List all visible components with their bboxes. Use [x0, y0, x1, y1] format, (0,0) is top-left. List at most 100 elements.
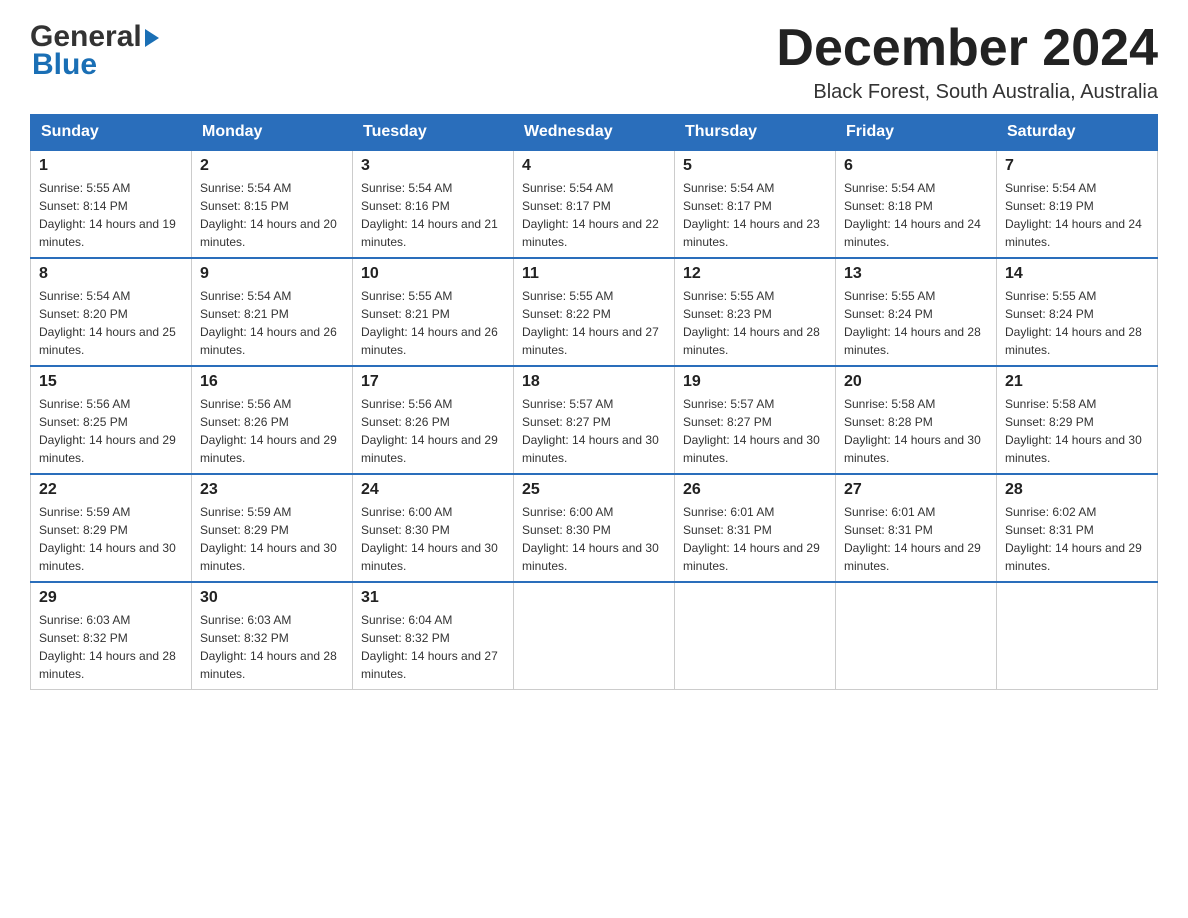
table-row: 5 Sunrise: 5:54 AMSunset: 8:17 PMDayligh…: [675, 150, 836, 258]
day-number: 22: [39, 481, 183, 499]
day-number: 11: [522, 265, 666, 283]
day-info: Sunrise: 6:01 AMSunset: 8:31 PMDaylight:…: [683, 503, 827, 575]
table-row: 28 Sunrise: 6:02 AMSunset: 8:31 PMDaylig…: [997, 474, 1158, 582]
day-number: 24: [361, 481, 505, 499]
table-row: [836, 582, 997, 690]
calendar-week-row: 22 Sunrise: 5:59 AMSunset: 8:29 PMDaylig…: [31, 474, 1158, 582]
day-number: 18: [522, 373, 666, 391]
calendar-week-row: 29 Sunrise: 6:03 AMSunset: 8:32 PMDaylig…: [31, 582, 1158, 690]
day-info: Sunrise: 5:56 AMSunset: 8:26 PMDaylight:…: [200, 395, 344, 467]
table-row: [514, 582, 675, 690]
day-info: Sunrise: 6:01 AMSunset: 8:31 PMDaylight:…: [844, 503, 988, 575]
day-number: 29: [39, 589, 183, 607]
day-number: 16: [200, 373, 344, 391]
table-row: 16 Sunrise: 5:56 AMSunset: 8:26 PMDaylig…: [192, 366, 353, 474]
day-info: Sunrise: 5:55 AMSunset: 8:24 PMDaylight:…: [844, 287, 988, 359]
table-row: 3 Sunrise: 5:54 AMSunset: 8:16 PMDayligh…: [353, 150, 514, 258]
day-info: Sunrise: 5:59 AMSunset: 8:29 PMDaylight:…: [39, 503, 183, 575]
table-row: 31 Sunrise: 6:04 AMSunset: 8:32 PMDaylig…: [353, 582, 514, 690]
title-block: December 2024 Black Forest, South Austra…: [776, 20, 1158, 104]
table-row: 15 Sunrise: 5:56 AMSunset: 8:25 PMDaylig…: [31, 366, 192, 474]
day-number: 6: [844, 157, 988, 175]
day-number: 17: [361, 373, 505, 391]
day-info: Sunrise: 5:55 AMSunset: 8:21 PMDaylight:…: [361, 287, 505, 359]
day-number: 4: [522, 157, 666, 175]
day-info: Sunrise: 5:55 AMSunset: 8:23 PMDaylight:…: [683, 287, 827, 359]
table-row: 12 Sunrise: 5:55 AMSunset: 8:23 PMDaylig…: [675, 258, 836, 366]
day-number: 8: [39, 265, 183, 283]
table-row: 30 Sunrise: 6:03 AMSunset: 8:32 PMDaylig…: [192, 582, 353, 690]
day-info: Sunrise: 6:03 AMSunset: 8:32 PMDaylight:…: [200, 611, 344, 683]
day-info: Sunrise: 5:54 AMSunset: 8:15 PMDaylight:…: [200, 179, 344, 251]
day-number: 14: [1005, 265, 1149, 283]
day-number: 1: [39, 157, 183, 175]
day-number: 26: [683, 481, 827, 499]
day-number: 19: [683, 373, 827, 391]
day-info: Sunrise: 6:03 AMSunset: 8:32 PMDaylight:…: [39, 611, 183, 683]
table-row: 1 Sunrise: 5:55 AMSunset: 8:14 PMDayligh…: [31, 150, 192, 258]
table-row: 9 Sunrise: 5:54 AMSunset: 8:21 PMDayligh…: [192, 258, 353, 366]
day-info: Sunrise: 5:56 AMSunset: 8:26 PMDaylight:…: [361, 395, 505, 467]
table-row: 11 Sunrise: 5:55 AMSunset: 8:22 PMDaylig…: [514, 258, 675, 366]
col-thursday: Thursday: [675, 115, 836, 151]
table-row: 29 Sunrise: 6:03 AMSunset: 8:32 PMDaylig…: [31, 582, 192, 690]
day-info: Sunrise: 5:55 AMSunset: 8:14 PMDaylight:…: [39, 179, 183, 251]
day-info: Sunrise: 6:00 AMSunset: 8:30 PMDaylight:…: [361, 503, 505, 575]
day-number: 20: [844, 373, 988, 391]
day-number: 27: [844, 481, 988, 499]
day-info: Sunrise: 5:57 AMSunset: 8:27 PMDaylight:…: [522, 395, 666, 467]
day-info: Sunrise: 5:54 AMSunset: 8:17 PMDaylight:…: [522, 179, 666, 251]
day-info: Sunrise: 6:04 AMSunset: 8:32 PMDaylight:…: [361, 611, 505, 683]
day-number: 5: [683, 157, 827, 175]
day-info: Sunrise: 5:54 AMSunset: 8:20 PMDaylight:…: [39, 287, 183, 359]
col-tuesday: Tuesday: [353, 115, 514, 151]
day-number: 28: [1005, 481, 1149, 499]
table-row: 17 Sunrise: 5:56 AMSunset: 8:26 PMDaylig…: [353, 366, 514, 474]
col-friday: Friday: [836, 115, 997, 151]
day-number: 2: [200, 157, 344, 175]
day-info: Sunrise: 5:54 AMSunset: 8:17 PMDaylight:…: [683, 179, 827, 251]
table-row: 25 Sunrise: 6:00 AMSunset: 8:30 PMDaylig…: [514, 474, 675, 582]
table-row: 26 Sunrise: 6:01 AMSunset: 8:31 PMDaylig…: [675, 474, 836, 582]
table-row: 24 Sunrise: 6:00 AMSunset: 8:30 PMDaylig…: [353, 474, 514, 582]
day-number: 31: [361, 589, 505, 607]
logo-blue-label: Blue: [32, 48, 159, 82]
col-sunday: Sunday: [31, 115, 192, 151]
day-info: Sunrise: 5:57 AMSunset: 8:27 PMDaylight:…: [683, 395, 827, 467]
table-row: 14 Sunrise: 5:55 AMSunset: 8:24 PMDaylig…: [997, 258, 1158, 366]
day-info: Sunrise: 5:58 AMSunset: 8:28 PMDaylight:…: [844, 395, 988, 467]
table-row: 22 Sunrise: 5:59 AMSunset: 8:29 PMDaylig…: [31, 474, 192, 582]
calendar-header-row: Sunday Monday Tuesday Wednesday Thursday…: [31, 115, 1158, 151]
table-row: 13 Sunrise: 5:55 AMSunset: 8:24 PMDaylig…: [836, 258, 997, 366]
table-row: 8 Sunrise: 5:54 AMSunset: 8:20 PMDayligh…: [31, 258, 192, 366]
calendar-week-row: 15 Sunrise: 5:56 AMSunset: 8:25 PMDaylig…: [31, 366, 1158, 474]
logo-arrow-icon: [145, 29, 159, 47]
day-info: Sunrise: 5:54 AMSunset: 8:16 PMDaylight:…: [361, 179, 505, 251]
day-number: 12: [683, 265, 827, 283]
table-row: 4 Sunrise: 5:54 AMSunset: 8:17 PMDayligh…: [514, 150, 675, 258]
day-info: Sunrise: 5:54 AMSunset: 8:19 PMDaylight:…: [1005, 179, 1149, 251]
table-row: 27 Sunrise: 6:01 AMSunset: 8:31 PMDaylig…: [836, 474, 997, 582]
location-title: Black Forest, South Australia, Australia: [776, 81, 1158, 104]
day-number: 9: [200, 265, 344, 283]
col-monday: Monday: [192, 115, 353, 151]
day-info: Sunrise: 5:56 AMSunset: 8:25 PMDaylight:…: [39, 395, 183, 467]
calendar-week-row: 1 Sunrise: 5:55 AMSunset: 8:14 PMDayligh…: [31, 150, 1158, 258]
table-row: 23 Sunrise: 5:59 AMSunset: 8:29 PMDaylig…: [192, 474, 353, 582]
table-row: [997, 582, 1158, 690]
day-number: 13: [844, 265, 988, 283]
table-row: 2 Sunrise: 5:54 AMSunset: 8:15 PMDayligh…: [192, 150, 353, 258]
day-info: Sunrise: 5:55 AMSunset: 8:24 PMDaylight:…: [1005, 287, 1149, 359]
day-info: Sunrise: 5:54 AMSunset: 8:21 PMDaylight:…: [200, 287, 344, 359]
table-row: [675, 582, 836, 690]
col-saturday: Saturday: [997, 115, 1158, 151]
table-row: 6 Sunrise: 5:54 AMSunset: 8:18 PMDayligh…: [836, 150, 997, 258]
table-row: 10 Sunrise: 5:55 AMSunset: 8:21 PMDaylig…: [353, 258, 514, 366]
day-info: Sunrise: 5:58 AMSunset: 8:29 PMDaylight:…: [1005, 395, 1149, 467]
day-info: Sunrise: 6:00 AMSunset: 8:30 PMDaylight:…: [522, 503, 666, 575]
day-number: 7: [1005, 157, 1149, 175]
table-row: 20 Sunrise: 5:58 AMSunset: 8:28 PMDaylig…: [836, 366, 997, 474]
day-info: Sunrise: 6:02 AMSunset: 8:31 PMDaylight:…: [1005, 503, 1149, 575]
day-number: 25: [522, 481, 666, 499]
table-row: 7 Sunrise: 5:54 AMSunset: 8:19 PMDayligh…: [997, 150, 1158, 258]
